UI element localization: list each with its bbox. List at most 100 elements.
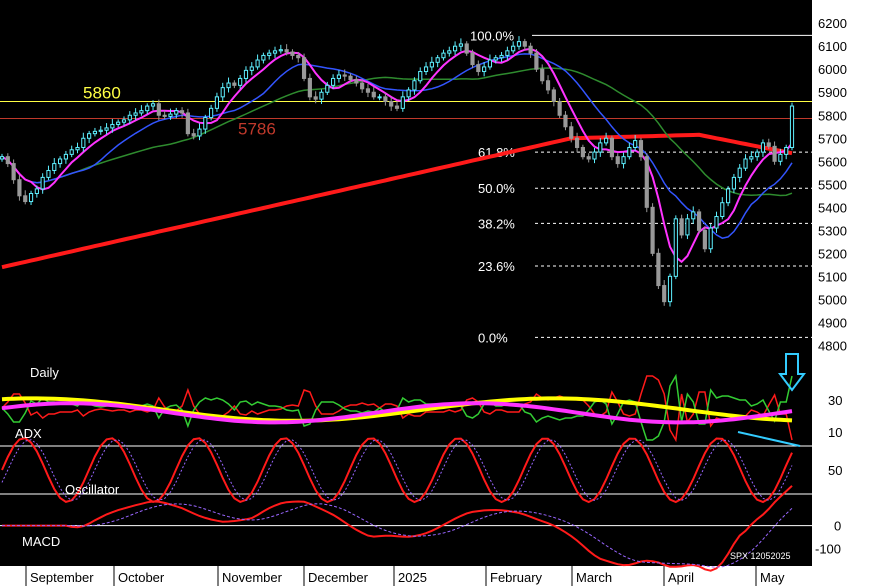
candle-body (627, 146, 632, 158)
candle-body (476, 64, 481, 73)
candle-body (331, 77, 336, 86)
candle-body (534, 52, 539, 70)
month-label: September (30, 570, 94, 585)
level-label: 5786 (238, 119, 276, 138)
price-tick-label: 5000 (818, 292, 847, 307)
candle-body (40, 176, 45, 190)
candle-body (789, 105, 795, 148)
candle-body (784, 146, 789, 155)
candle-body (638, 140, 644, 158)
macd-tick-label: 0 (834, 519, 841, 534)
candle-body (220, 87, 225, 98)
candle-body (435, 57, 440, 63)
price-tick-label: 5300 (818, 223, 847, 238)
month-label: February (490, 570, 543, 585)
candle-body (615, 156, 620, 165)
fib-label: 0.0% (478, 330, 508, 345)
candle-body (726, 188, 731, 204)
candle-body (673, 218, 678, 277)
candle-body (487, 59, 493, 68)
price-tick-label: 6100 (818, 39, 847, 54)
macd-label: MACD (22, 534, 60, 549)
candle-body (696, 211, 702, 231)
candle-body (691, 211, 696, 220)
candle-body (365, 88, 371, 93)
candle-body (301, 57, 307, 79)
candle-body (464, 43, 469, 54)
candle-body (447, 50, 452, 54)
candle-body (749, 156, 754, 160)
month-label: March (576, 570, 612, 585)
candle-body (87, 133, 92, 139)
candle-body (778, 153, 783, 162)
price-tick-label: 4900 (818, 315, 847, 330)
price-tick-label: 5400 (818, 200, 847, 215)
fib-label: 100.0% (470, 28, 515, 43)
candle-body (162, 114, 167, 117)
candle-body (226, 82, 231, 89)
candle-body (116, 121, 121, 125)
oscillator-tick-label: 50 (828, 463, 842, 478)
candle-body (238, 77, 243, 86)
candle-body (731, 176, 736, 190)
candle-body (255, 59, 260, 68)
month-label: May (760, 570, 785, 585)
candle-body (377, 96, 382, 99)
candle-body (714, 216, 719, 229)
candle-body (516, 41, 522, 47)
price-tick-label: 5700 (818, 131, 847, 146)
adx-tick-label: 30 (828, 393, 842, 408)
price-tick-label: 5200 (818, 246, 847, 261)
oscillator-label: Oscillator (65, 482, 120, 497)
candle-body (46, 169, 51, 178)
month-label: October (118, 570, 165, 585)
candle-body (325, 84, 330, 93)
candle-body (679, 218, 684, 236)
candle-body (609, 137, 615, 158)
candle-body (412, 80, 417, 91)
candle-body (569, 126, 574, 139)
candle-body (139, 110, 144, 114)
candle-body (394, 105, 400, 109)
candle-body (592, 151, 597, 160)
adx-tick-label: 10 (828, 425, 842, 440)
candle-body (505, 50, 510, 56)
candle-body (284, 49, 289, 53)
candle-body (249, 66, 254, 71)
candle-body (11, 163, 16, 181)
candle-body (708, 227, 713, 250)
candle-body (307, 77, 312, 98)
candle-body (209, 107, 214, 119)
candle-body (191, 133, 196, 137)
candle-body (685, 218, 690, 236)
candle-body (482, 66, 487, 73)
candle-body (389, 100, 394, 107)
candle-body (232, 82, 237, 86)
price-tick-label: 5600 (818, 154, 847, 169)
fib-label: 38.2% (478, 216, 515, 231)
candle-body (418, 71, 423, 82)
candle-body (127, 114, 132, 121)
candle-body (563, 114, 568, 128)
candle-body (499, 54, 504, 59)
candle-body (580, 146, 585, 158)
candle-body (470, 52, 475, 66)
month-label: 2025 (398, 570, 427, 585)
candle-body (92, 130, 98, 135)
price-tick-label: 5900 (818, 85, 847, 100)
candle-body (313, 96, 318, 100)
price-tick-label: 4800 (818, 338, 847, 353)
candle-body (336, 74, 341, 79)
candle-body (98, 129, 103, 132)
candle-body (272, 50, 278, 54)
candle-body (214, 96, 220, 109)
candle-body (203, 117, 208, 130)
candle-body (406, 89, 411, 98)
price-tick-label: 5800 (818, 108, 847, 123)
candle-body (52, 163, 57, 171)
candle-body (150, 103, 156, 107)
candle-body (145, 105, 150, 112)
candle-body (17, 179, 22, 197)
candle-body (540, 68, 545, 82)
price-axis: 4800 4900 5000 5100 5200 5300 5400 5500 5600 5700… (818, 16, 847, 353)
